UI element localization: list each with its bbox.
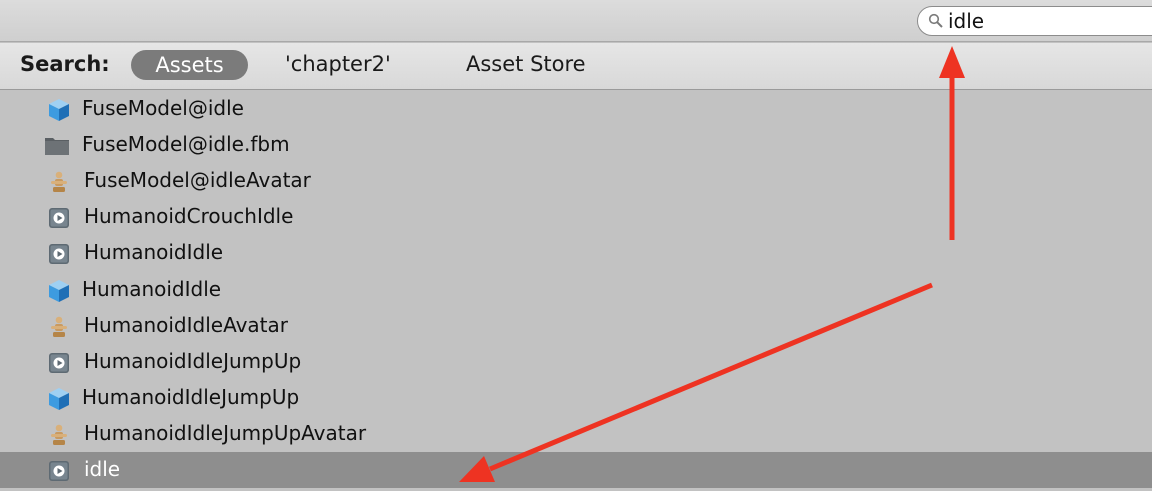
toolbar bbox=[0, 0, 1152, 42]
result-label: HumanoidIdleJumpUp bbox=[84, 348, 302, 373]
result-label: HumanoidCrouchIdle bbox=[84, 204, 294, 229]
avatar-icon bbox=[47, 170, 71, 194]
result-row[interactable]: FuseModel@idle bbox=[0, 91, 1152, 127]
scope-assets-button[interactable]: Assets bbox=[131, 50, 248, 80]
animation-clip-icon bbox=[47, 206, 71, 230]
result-row[interactable]: HumanoidCrouchIdle bbox=[0, 199, 1152, 235]
result-row[interactable]: HumanoidIdle bbox=[0, 235, 1152, 271]
result-label: FuseModel@idle.fbm bbox=[82, 132, 290, 157]
search-scope-bar: Search: Assets 'chapter2' Asset Store bbox=[0, 43, 1152, 90]
avatar-icon bbox=[47, 315, 71, 339]
result-row[interactable]: HumanoidIdle bbox=[0, 272, 1152, 308]
search-field[interactable] bbox=[917, 6, 1152, 36]
result-label: FuseModel@idleAvatar bbox=[84, 168, 311, 193]
folder-icon bbox=[44, 134, 69, 158]
result-row[interactable]: FuseModel@idleAvatar bbox=[0, 163, 1152, 199]
result-label: FuseModel@idle bbox=[82, 96, 244, 120]
model-icon bbox=[47, 279, 71, 303]
model-icon bbox=[47, 387, 71, 411]
animation-clip-icon bbox=[47, 351, 71, 375]
result-row[interactable]: idle bbox=[0, 452, 1152, 488]
project-search-window: Search: Assets 'chapter2' Asset Store Fu… bbox=[0, 0, 1152, 491]
scope-chapter2-button[interactable]: 'chapter2' bbox=[285, 52, 391, 76]
result-label: HumanoidIdleAvatar bbox=[84, 312, 288, 337]
model-icon bbox=[47, 98, 71, 122]
result-row[interactable]: HumanoidIdleJumpUp bbox=[0, 380, 1152, 416]
result-label: HumanoidIdleJumpUpAvatar bbox=[84, 420, 367, 445]
result-label: idle bbox=[84, 457, 121, 481]
result-label: HumanoidIdleJumpUp bbox=[82, 384, 300, 409]
search-input[interactable] bbox=[944, 8, 1148, 34]
result-row[interactable]: FuseModel@idle.fbm bbox=[0, 127, 1152, 163]
scope-asset-store-button[interactable]: Asset Store bbox=[466, 52, 586, 76]
result-row[interactable]: HumanoidIdleAvatar bbox=[0, 308, 1152, 344]
animation-clip-icon bbox=[47, 459, 71, 483]
search-scope-label: Search: bbox=[20, 52, 110, 76]
result-label: HumanoidIdle bbox=[84, 240, 224, 265]
result-row[interactable]: HumanoidIdleJumpUpAvatar bbox=[0, 416, 1152, 452]
magnifier-icon bbox=[928, 13, 943, 28]
avatar-icon bbox=[47, 423, 71, 447]
result-row[interactable]: HumanoidIdleJumpUp bbox=[0, 344, 1152, 380]
search-results-list: FuseModel@idle FuseModel@idle.fbm FuseMode… bbox=[0, 91, 1152, 491]
result-label: HumanoidIdle bbox=[82, 276, 222, 301]
animation-clip-icon bbox=[47, 242, 71, 266]
